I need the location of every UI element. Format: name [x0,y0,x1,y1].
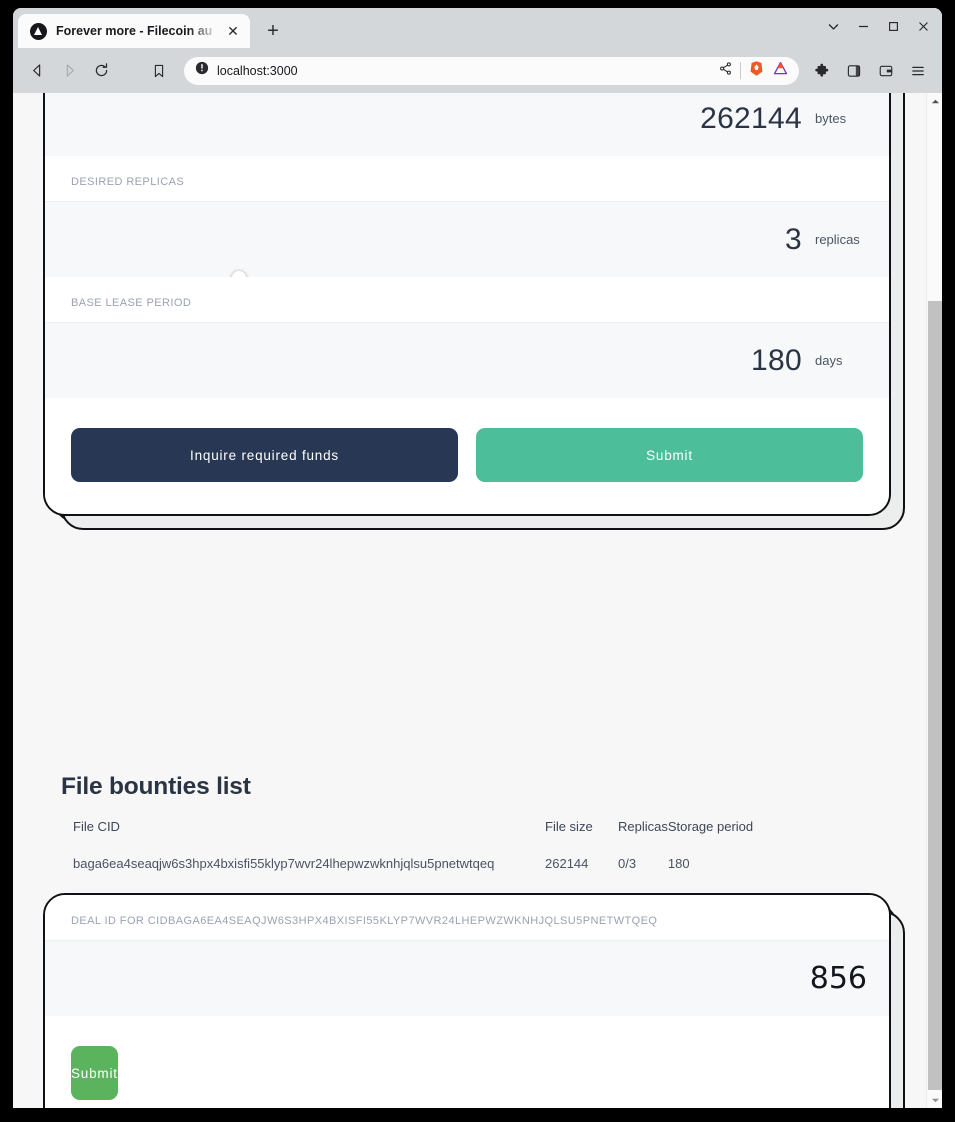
page-viewport: Size 262144 bytes Desired replicas 3 [13,93,942,1108]
minimize-icon[interactable] [848,12,878,40]
page-title: File bounties list [61,773,251,800]
field-size-value: 262144 [700,101,802,135]
form-action-bar: Inquire required funds Submit [45,398,889,514]
toolbar-divider [740,62,741,79]
form-card-surface: Size 262144 bytes Desired replicas 3 [43,93,905,530]
storage-request-form-card: Size 262144 bytes Desired replicas 3 [43,93,905,530]
field-size-unit: bytes [815,111,847,126]
deal-id-label: Deal id for cidbaga6ea4seaqjw6s3hpx4bxis… [45,895,889,940]
column-header-replicas: Replicas [618,819,668,834]
bat-triangle-icon[interactable] [772,60,789,82]
browser-tab[interactable]: Forever more - Filecoin au ✕ [18,14,250,48]
scrollbar-thumb[interactable] [928,301,942,1090]
field-size-input[interactable]: 262144 bytes [45,93,889,156]
field-base-lease-period: Base lease period 180 days [45,277,889,398]
field-desired-replicas-label: Desired replicas [45,156,889,201]
field-base-lease-period-label: Base lease period [45,277,889,322]
site-info-icon[interactable] [195,61,209,80]
column-header-file-size: File size [545,819,593,834]
browser-window: Forever more - Filecoin au ✕ + localhost… [13,8,942,1108]
column-header-file-cid: File CID [73,819,120,834]
window-controls [818,12,938,40]
bookmark-icon[interactable] [144,56,174,86]
back-arrow-icon[interactable] [22,56,52,86]
deal-action-bar: Submit [45,1016,889,1108]
field-base-lease-period-input[interactable]: 180 days [45,322,889,398]
field-desired-replicas-unit: replicas [815,232,860,247]
submit-bounty-button[interactable]: Submit [476,428,863,482]
field-base-lease-period-value: 180 [751,343,802,377]
wallet-icon[interactable] [871,56,901,86]
table-header-row: File CID File size Replicas Storage peri… [61,817,891,856]
new-tab-button[interactable]: + [259,17,287,45]
column-header-storage-period: Storage period [667,819,754,834]
tab-search-chevron-down-icon[interactable] [818,12,848,40]
browser-toolbar: localhost:3000 [13,48,942,93]
bounties-table: File CID File size Replicas Storage peri… [61,817,891,881]
url-text: localhost:3000 [217,63,298,78]
share-icon[interactable] [718,61,733,81]
deal-id-card: Deal id for cidbaga6ea4seaqjw6s3hpx4bxis… [43,893,905,1108]
hamburger-menu-icon[interactable] [903,56,933,86]
deal-card-surface: Deal id for cidbaga6ea4seaqjw6s3hpx4bxis… [43,893,905,1108]
submit-deal-button[interactable]: Submit [71,1046,118,1100]
field-desired-replicas-input[interactable]: 3 replicas [45,201,889,277]
cell-file-size: 262144 [545,856,589,871]
field-desired-replicas: Desired replicas 3 replicas [45,156,889,286]
maximize-icon[interactable] [878,12,908,40]
field-base-lease-period-unit: days [815,353,843,368]
sidebar-panel-icon[interactable] [839,56,869,86]
deal-id-input[interactable]: 856 [45,940,889,1016]
field-desired-replicas-value: 3 [785,222,802,256]
scroll-down-arrow-icon[interactable] [927,1092,942,1108]
extensions-puzzle-icon[interactable] [807,56,837,86]
tab-title: Forever more - Filecoin au [56,24,213,38]
tab-close-icon[interactable]: ✕ [222,20,244,42]
cell-replicas: 0/3 [618,856,637,871]
cell-file-cid: baga6ea4seaqjw6s3hpx4bxisfi55klyp7wvr24l… [73,856,495,871]
close-icon[interactable] [908,12,938,40]
file-bounties-section: File bounties list File CID File size Re… [61,773,891,881]
table-row[interactable]: baga6ea4seaqjw6s3hpx4bxisfi55klyp7wvr24l… [61,856,891,881]
address-bar[interactable]: localhost:3000 [184,56,799,85]
tab-favicon-icon [30,22,47,40]
tab-strip: Forever more - Filecoin au ✕ + [13,8,942,48]
brave-lion-icon[interactable] [748,60,765,82]
deal-id-value: 856 [809,961,867,996]
inquire-required-funds-button[interactable]: Inquire required funds [71,428,458,482]
scroll-up-arrow-icon[interactable] [927,93,942,109]
forward-arrow-icon [54,56,84,86]
field-size: Size 262144 bytes [45,93,889,156]
reload-icon[interactable] [86,56,116,86]
web-page: Size 262144 bytes Desired replicas 3 [13,93,926,1108]
page-scrollbar[interactable] [926,93,942,1108]
cell-storage-period: 180 [667,856,690,871]
